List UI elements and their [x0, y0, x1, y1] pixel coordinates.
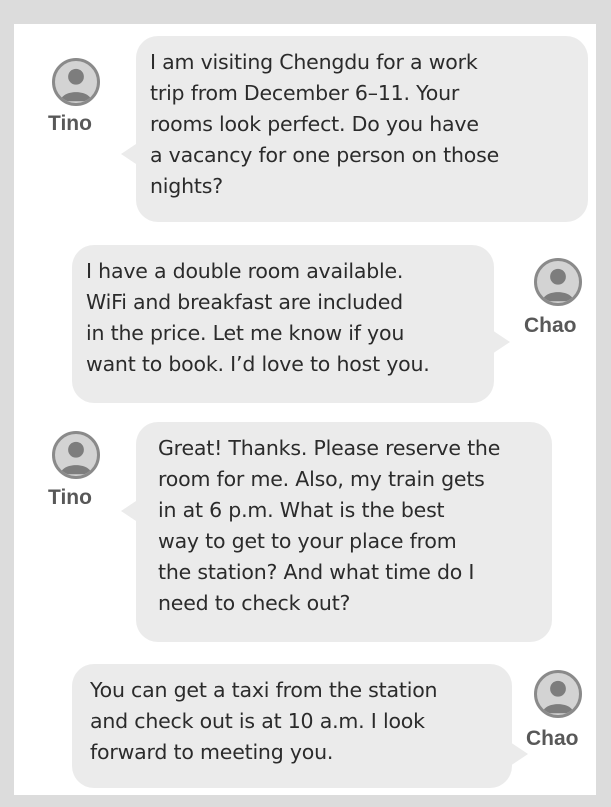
- message-line: trip from December 6–11. Your: [150, 81, 460, 105]
- sender-name: Tino: [48, 112, 92, 135]
- message-bubble: I am visiting Chengdu for a work trip fr…: [136, 36, 588, 222]
- message-line: in at 6 p.m. What is the best: [158, 498, 445, 522]
- message-line: rooms look perfect. Do you have: [150, 112, 479, 136]
- message-line: the station? And what time do I: [158, 560, 475, 584]
- sender-name: Chao: [524, 314, 577, 337]
- chat-panel: Tino I am visiting Chengdu for a work tr…: [14, 24, 596, 795]
- image-frame: Tino I am visiting Chengdu for a work tr…: [0, 0, 611, 807]
- message-line: I have a double room available.: [86, 259, 404, 283]
- message-line: forward to meeting you.: [90, 740, 334, 764]
- person-icon: [534, 670, 582, 718]
- message-line: want to book. I’d love to host you.: [86, 352, 430, 376]
- sender-name: Tino: [48, 486, 92, 509]
- message-line: way to get to your place from: [158, 529, 457, 553]
- message-bubble: I have a double room available. WiFi and…: [72, 245, 494, 403]
- person-icon: [52, 431, 100, 479]
- message-line: and check out is at 10 a.m. I look: [90, 709, 425, 733]
- bubble-tail: [492, 330, 510, 354]
- message-line: I am visiting Chengdu for a work: [150, 50, 478, 74]
- person-icon: [52, 58, 100, 106]
- person-icon: [534, 258, 582, 306]
- message-line: WiFi and breakfast are included: [86, 290, 403, 314]
- message-line: Great! Thanks. Please reserve the: [158, 436, 501, 460]
- message-bubble: Great! Thanks. Please reserve the room f…: [136, 422, 552, 642]
- sender-name: Chao: [526, 727, 579, 750]
- message-bubble: You can get a taxi from the station and …: [72, 664, 512, 788]
- message-line: room for me. Also, my train gets: [158, 467, 485, 491]
- message-line: a vacancy for one person on those: [150, 143, 499, 167]
- message-line: nights?: [150, 174, 223, 198]
- message-line: in the price. Let me know if you: [86, 321, 405, 345]
- message-line: need to check out?: [158, 591, 351, 615]
- message-line: You can get a taxi from the station: [90, 678, 438, 702]
